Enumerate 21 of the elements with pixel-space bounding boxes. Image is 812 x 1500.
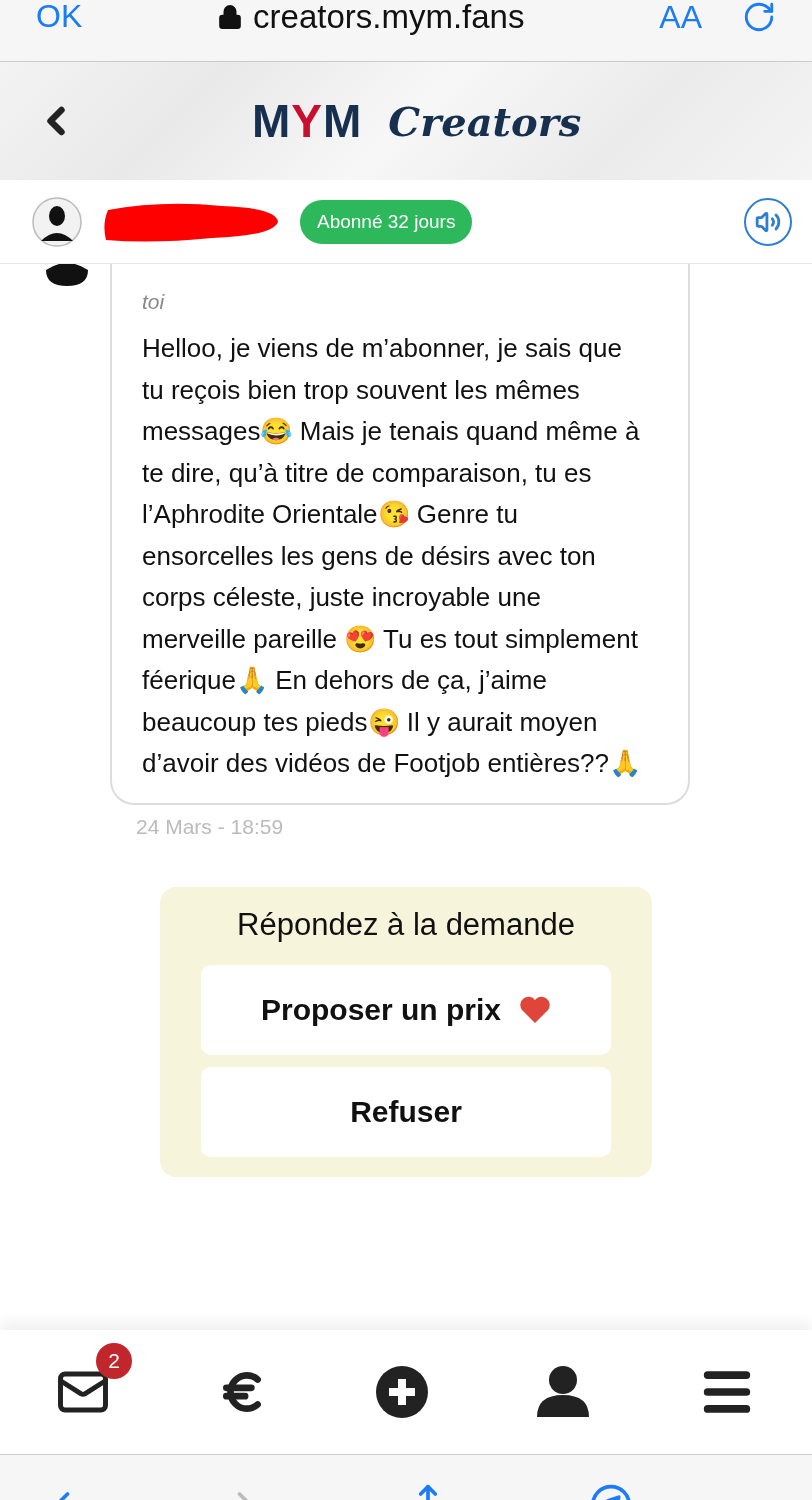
- subscription-badge: Abonné 32 jours: [300, 199, 473, 244]
- done-button[interactable]: OK: [36, 0, 83, 32]
- address-bar[interactable]: creators.mym.fans: [253, 0, 525, 33]
- sound-button[interactable]: [744, 197, 792, 246]
- propose-price-button[interactable]: Proposer un prix: [201, 964, 611, 1055]
- user-icon: [536, 1365, 590, 1419]
- reload-icon[interactable]: [742, 0, 776, 34]
- logo-suffix: Creators: [388, 97, 582, 145]
- request-title: Répondez à la demande: [236, 906, 576, 943]
- sender-note: toi: [142, 290, 166, 314]
- message-text: Helloo, je viens de m’abonner, je sais que tu reçois bien trop souvent les mêmes messages😂 Mais je tenais quand même à te dire, qu’à titre de comparaison, tu es l’Aphrodite Orientale😘 Genre tu ensorcelles les gens de désirs avec ton corps céleste, juste incroyable une merveille pareille 😍 Tu es tout simplement féerique🙏 En dehors de ça, j’aime beaucoup tes pieds😜 Il y aurait moyen d’avoir des vidéos de Footjob entières??🙏: [142, 332, 642, 780]
- logo: MYM: [252, 94, 363, 148]
- unread-count: 2: [96, 1343, 132, 1379]
- profile-tab[interactable]: [536, 1365, 590, 1419]
- avatar: [32, 196, 82, 247]
- create-tab[interactable]: [376, 1366, 428, 1418]
- plus-circle-icon: [376, 1366, 428, 1418]
- message-time: 24 Mars - 18:59: [136, 814, 285, 839]
- refuse-button[interactable]: Refuser: [201, 1066, 611, 1157]
- heart-icon: [519, 995, 551, 1024]
- text-size-button[interactable]: AA: [659, 1, 702, 33]
